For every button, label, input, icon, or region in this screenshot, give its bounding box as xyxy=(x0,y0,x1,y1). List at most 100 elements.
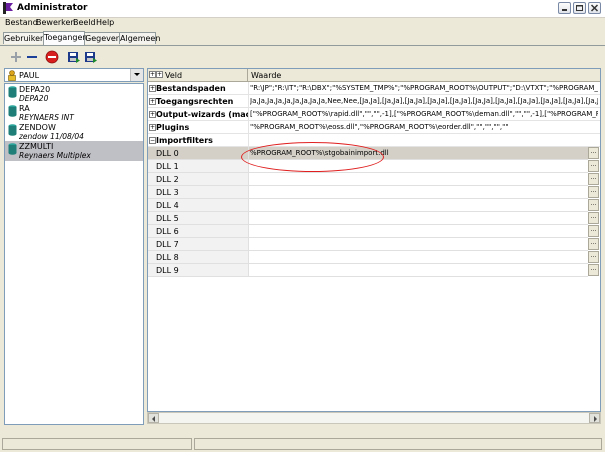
importfilter-row[interactable]: DLL 8 ... xyxy=(148,251,600,264)
scroll-left-button[interactable] xyxy=(148,413,159,423)
importfilter-value-field[interactable] xyxy=(248,160,588,173)
importfilter-value-field[interactable]: %PROGRAM_ROOT%\stgobainimport.dll xyxy=(248,147,588,160)
tab-toegangen[interactable]: Toegangen xyxy=(43,31,87,45)
scroll-right-button[interactable] xyxy=(589,413,600,423)
importfilter-value-field[interactable] xyxy=(248,173,588,186)
importfilter-value-field[interactable] xyxy=(248,264,588,277)
property-row[interactable]: + Output-wizards (machinest ["%PROGRAM_R… xyxy=(148,108,600,121)
expand-icon[interactable]: + xyxy=(149,98,156,105)
user-select-dropdown-button[interactable] xyxy=(130,69,143,81)
database-icon xyxy=(8,86,17,98)
expand-icon[interactable]: + xyxy=(149,111,156,118)
property-value[interactable]: "R:\JP";"R:\IT";"R:\DBX";"%SYSTEM_TMP%";… xyxy=(250,84,598,92)
importfilter-row[interactable]: DLL 4 ... xyxy=(148,199,600,212)
save-as-icon[interactable] xyxy=(84,50,98,64)
importfilter-name: DLL 4 xyxy=(156,201,179,210)
browse-button[interactable]: ... xyxy=(588,238,599,250)
importfilter-row[interactable]: DLL 5 ... xyxy=(148,212,600,225)
collapse-all-icon[interactable]: + xyxy=(156,71,163,78)
menu-bar: Bestand Bewerken Beeld Help xyxy=(0,17,605,29)
column-header-veld[interactable]: Veld xyxy=(165,71,182,80)
importfilter-name-cell: DLL 5 xyxy=(148,212,248,225)
status-bar xyxy=(0,436,605,452)
tab-gebruikers[interactable]: Gebruikers xyxy=(3,32,48,44)
status-panel xyxy=(194,438,602,450)
importfilter-name: DLL 8 xyxy=(156,253,179,262)
property-value[interactable]: Ja,Ja,Ja,Ja,Ja,Ja,Ja,Ja,Ja,Nee,Nee,[Ja,J… xyxy=(250,97,598,105)
importfilter-name-cell: DLL 6 xyxy=(148,225,248,238)
property-row[interactable]: + Toegangsrechten Ja,Ja,Ja,Ja,Ja,Ja,Ja,J… xyxy=(148,95,600,108)
database-item-selected[interactable]: ZZMULTI Reynaers Multiplex xyxy=(5,141,143,161)
importfilter-name: DLL 9 xyxy=(156,266,179,275)
importfilter-name: DLL 1 xyxy=(156,162,179,171)
browse-button[interactable]: ... xyxy=(588,264,599,276)
property-value[interactable]: "%PROGRAM_ROOT%\eoss.dll","%PROGRAM_ROOT… xyxy=(250,123,598,131)
database-list[interactable]: DEPA20 DEPA20 RA REYNAERS INT ZENDOW zen… xyxy=(4,83,144,425)
menu-bestand[interactable]: Bestand xyxy=(5,18,38,27)
database-name: DEPA20 xyxy=(19,85,51,94)
importfilter-row-selected[interactable]: DLL 0 %PROGRAM_ROOT%\stgobainimport.dll … xyxy=(148,147,600,160)
importfilter-row[interactable]: DLL 7 ... xyxy=(148,238,600,251)
tab-divider xyxy=(0,45,605,46)
importfilter-name: DLL 7 xyxy=(156,240,179,249)
remove-icon[interactable] xyxy=(25,50,39,64)
expand-icon[interactable]: + xyxy=(149,85,156,92)
expand-all-icon[interactable]: + xyxy=(149,71,156,78)
horizontal-scrollbar[interactable] xyxy=(147,412,601,424)
importfilter-value-field[interactable] xyxy=(248,225,588,238)
add-icon[interactable] xyxy=(9,50,23,64)
minimize-button[interactable] xyxy=(558,2,571,14)
maximize-button[interactable] xyxy=(573,2,586,14)
importfilter-name: DLL 6 xyxy=(156,227,179,236)
property-row[interactable]: + Bestandspaden "R:\JP";"R:\IT";"R:\DBX"… xyxy=(148,82,600,95)
importfilter-value-field[interactable] xyxy=(248,186,588,199)
browse-button[interactable]: ... xyxy=(588,251,599,263)
collapse-icon[interactable]: − xyxy=(149,137,156,144)
property-row[interactable]: + Plugins "%PROGRAM_ROOT%\eoss.dll","%PR… xyxy=(148,121,600,134)
browse-button[interactable]: ... xyxy=(588,173,599,185)
property-row-importfilters[interactable]: − Importfilters xyxy=(148,134,600,147)
browse-button[interactable]: ... xyxy=(588,225,599,237)
save-icon[interactable] xyxy=(67,50,81,64)
importfilter-row[interactable]: DLL 2 ... xyxy=(148,173,600,186)
browse-button[interactable]: ... xyxy=(588,186,599,198)
arrow-right-icon xyxy=(594,416,597,422)
property-value[interactable]: ["%PROGRAM_ROOT%\rapid.dll","","",-1],["… xyxy=(250,110,598,118)
close-button[interactable] xyxy=(588,2,601,14)
expand-icon[interactable]: + xyxy=(149,124,156,131)
importfilter-value-field[interactable] xyxy=(248,199,588,212)
database-item[interactable]: DEPA20 DEPA20 xyxy=(5,84,143,104)
property-name: Toegangsrechten xyxy=(156,97,234,106)
tab-gegevens[interactable]: Gegevens xyxy=(84,32,125,44)
importfilter-row[interactable]: DLL 3 ... xyxy=(148,186,600,199)
user-lock-icon xyxy=(8,70,16,81)
importfilter-name: DLL 5 xyxy=(156,214,179,223)
database-icon xyxy=(8,124,17,136)
importfilter-row[interactable]: DLL 9 ... xyxy=(148,264,600,277)
row-divider xyxy=(248,134,249,147)
browse-button[interactable]: ... xyxy=(588,160,599,172)
importfilter-value-field[interactable] xyxy=(248,251,588,264)
importfilter-value-field[interactable] xyxy=(248,212,588,225)
database-item[interactable]: ZENDOW zendow 11/08/04 xyxy=(5,122,143,142)
browse-button[interactable]: ... xyxy=(588,199,599,211)
browse-button[interactable]: ... xyxy=(588,212,599,224)
importfilter-row[interactable]: DLL 6 ... xyxy=(148,225,600,238)
stop-icon[interactable] xyxy=(45,50,59,64)
status-panel xyxy=(2,438,192,450)
menu-bewerken[interactable]: Bewerken xyxy=(36,18,76,27)
column-header-waarde[interactable]: Waarde xyxy=(251,71,281,80)
column-divider[interactable] xyxy=(247,69,248,81)
property-name: Plugins xyxy=(156,123,190,132)
row-divider xyxy=(248,95,249,108)
menu-beeld[interactable]: Beeld xyxy=(73,18,96,27)
property-name: Importfilters xyxy=(156,136,213,145)
database-item[interactable]: RA REYNAERS INT xyxy=(5,103,143,123)
browse-button[interactable]: ... xyxy=(588,147,599,159)
importfilter-value-field[interactable] xyxy=(248,238,588,251)
menu-help[interactable]: Help xyxy=(96,18,114,27)
importfilter-row[interactable]: DLL 1 ... xyxy=(148,160,600,173)
tab-algemeen[interactable]: Algemeen xyxy=(119,32,160,44)
user-select[interactable]: PAUL xyxy=(4,68,144,82)
app-icon xyxy=(3,2,13,14)
